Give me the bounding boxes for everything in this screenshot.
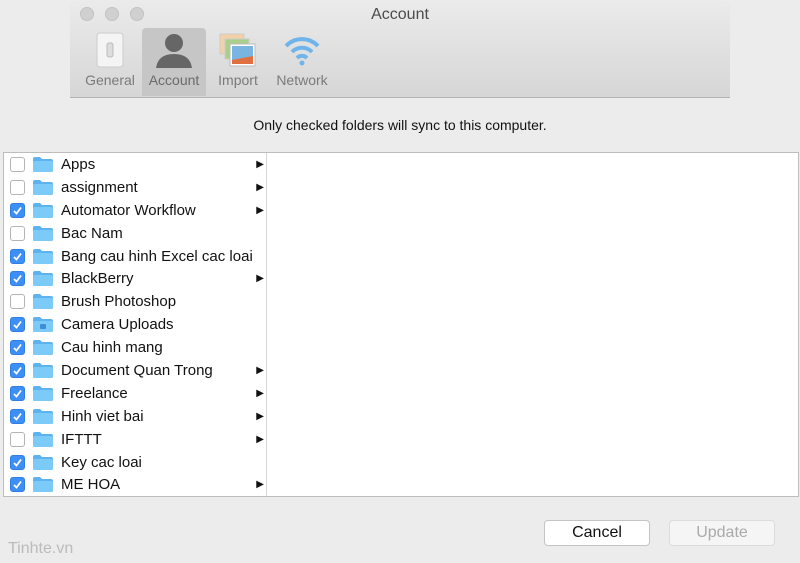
folder-icon <box>33 362 53 378</box>
checkbox[interactable] <box>10 156 25 172</box>
watermark: Tinhte.vn <box>8 540 74 557</box>
folder-name: ME HOA <box>61 476 121 494</box>
folder-icon <box>33 431 53 447</box>
folder-icon <box>33 340 53 356</box>
checkbox[interactable] <box>10 454 25 470</box>
wifi-icon <box>270 28 334 72</box>
folder-row[interactable]: Brush Photoshop <box>4 290 266 313</box>
folder-icon <box>33 202 53 218</box>
folder-name: Brush Photoshop <box>61 293 177 311</box>
folder-row[interactable]: Cau hinh mang <box>4 336 266 359</box>
folder-row[interactable]: Camera Uploads <box>4 313 266 336</box>
checkmark-icon <box>13 206 22 215</box>
disclosure-arrow-icon[interactable]: ▶ <box>256 365 264 376</box>
checkbox[interactable] <box>10 340 25 356</box>
folder-row[interactable]: Hinh viet bai ▶ <box>4 405 266 428</box>
folder-icon <box>33 225 53 241</box>
checkmark-icon <box>13 389 22 398</box>
folder-name: Key cac loai <box>61 453 142 471</box>
folder-name: Cau hinh mang <box>61 339 163 357</box>
folder-icon <box>33 477 53 493</box>
checkbox[interactable] <box>10 362 25 378</box>
window-title: Account <box>371 6 429 23</box>
folder-icon <box>33 454 53 470</box>
disclosure-arrow-icon[interactable]: ▶ <box>256 205 264 216</box>
checkmark-icon <box>13 344 22 352</box>
folder-row[interactable]: Automator Workflow ▶ <box>4 199 266 222</box>
folder-row[interactable]: IFTTT ▶ <box>4 428 266 451</box>
folder-row[interactable]: BlackBerry ▶ <box>4 267 266 290</box>
disclosure-arrow-icon[interactable]: ▶ <box>256 182 264 193</box>
checkmark-icon <box>13 275 22 284</box>
folder-name: Camera Uploads <box>61 316 174 334</box>
folder-column[interactable]: Apps ▶ assignment ▶ Automator Workflow ▶… <box>4 153 267 496</box>
folder-row[interactable]: Apps ▶ <box>4 153 266 176</box>
tab-label: General <box>85 72 135 88</box>
checkmark-icon <box>13 321 22 330</box>
checkbox[interactable] <box>10 477 25 493</box>
camera-folder-icon <box>33 317 53 333</box>
checkbox[interactable] <box>10 431 25 447</box>
checkbox[interactable] <box>10 408 25 424</box>
folder-row[interactable]: Bang cau hinh Excel cac loai <box>4 245 266 268</box>
disclosure-arrow-icon[interactable]: ▶ <box>256 388 264 399</box>
folder-name: Bac Nam <box>61 224 123 242</box>
checkbox[interactable] <box>10 202 25 218</box>
checkbox[interactable] <box>10 317 25 333</box>
checkmark-icon <box>13 412 22 421</box>
tab-import[interactable]: Import <box>206 28 270 96</box>
disclosure-arrow-icon[interactable]: ▶ <box>256 273 264 284</box>
folder-row[interactable]: Freelance ▶ <box>4 382 266 405</box>
checkmark-icon <box>13 366 22 375</box>
folder-row[interactable]: assignment ▶ <box>4 176 266 199</box>
folder-name: Document Quan Trong <box>61 361 213 379</box>
folder-name: assignment <box>61 178 138 196</box>
update-button[interactable]: Update <box>669 520 775 546</box>
folder-icon <box>33 179 53 195</box>
folder-row[interactable]: Document Quan Trong ▶ <box>4 359 266 382</box>
switch-icon <box>78 28 142 72</box>
disclosure-arrow-icon[interactable]: ▶ <box>256 479 264 490</box>
tab-label: Network <box>276 72 328 88</box>
checkbox[interactable] <box>10 294 25 310</box>
folder-name: Apps <box>61 155 96 173</box>
disclosure-arrow-icon[interactable]: ▶ <box>256 411 264 422</box>
folder-name: Bang cau hinh Excel cac loai <box>61 247 253 265</box>
tab-network[interactable]: Network <box>270 28 334 96</box>
window-toolbar: Account General Account Import Network <box>70 0 730 98</box>
disclosure-arrow-icon[interactable]: ▶ <box>256 159 264 170</box>
checkmark-icon <box>13 481 22 490</box>
checkbox[interactable] <box>10 179 25 195</box>
sync-info-text: Only checked folders will sync to this c… <box>253 117 547 133</box>
checkmark-icon <box>13 252 22 261</box>
user-icon <box>142 28 206 72</box>
folder-icon <box>33 156 53 172</box>
folder-name: Hinh viet bai <box>61 407 144 425</box>
folder-row[interactable]: Key cac loai <box>4 451 266 474</box>
folder-name: BlackBerry <box>61 270 134 288</box>
checkbox[interactable] <box>10 248 25 264</box>
folder-browser: Apps ▶ assignment ▶ Automator Workflow ▶… <box>3 152 799 497</box>
checkbox[interactable] <box>10 225 25 241</box>
folder-name: Freelance <box>61 384 128 402</box>
photos-icon <box>206 28 270 72</box>
disclosure-arrow-icon[interactable]: ▶ <box>256 434 264 445</box>
tab-general[interactable]: General <box>78 28 142 96</box>
checkbox[interactable] <box>10 271 25 287</box>
folder-icon <box>33 385 53 401</box>
folder-name: IFTTT <box>61 430 102 448</box>
folder-icon <box>33 248 53 264</box>
cancel-button[interactable]: Cancel <box>544 520 650 546</box>
folder-icon <box>33 294 53 310</box>
checkmark-icon <box>13 458 22 467</box>
folder-name: Automator Workflow <box>61 201 196 219</box>
checkbox[interactable] <box>10 385 25 401</box>
folder-row[interactable]: Bac Nam <box>4 222 266 245</box>
tab-label: Account <box>148 72 200 88</box>
tab-label: Import <box>218 72 258 88</box>
folder-row[interactable]: ME HOA ▶ <box>4 473 266 496</box>
tab-account[interactable]: Account <box>142 28 206 96</box>
folder-icon <box>33 408 53 424</box>
folder-icon <box>33 271 53 287</box>
